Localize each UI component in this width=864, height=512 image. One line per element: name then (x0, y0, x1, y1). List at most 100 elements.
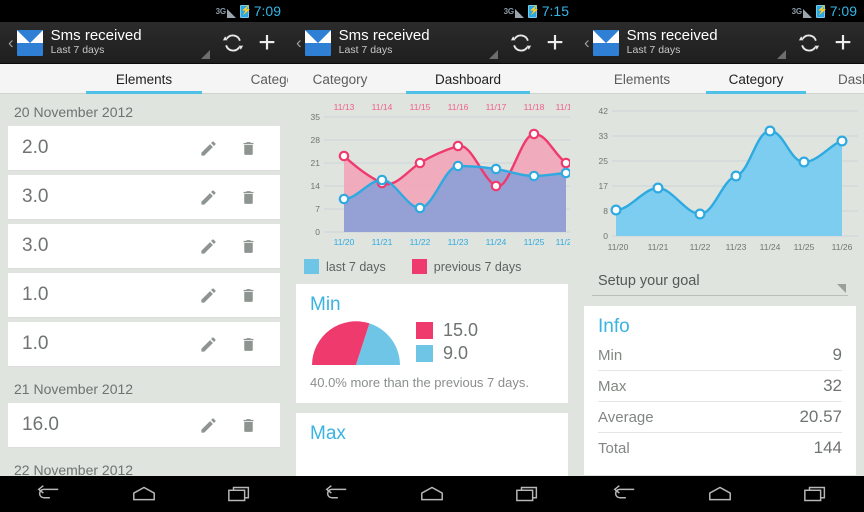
info-value: 32 (823, 376, 842, 395)
signal-triangle-icon (514, 8, 524, 18)
refresh-icon[interactable] (504, 22, 538, 64)
recents-icon[interactable] (213, 476, 267, 512)
plus-icon[interactable]: + (250, 22, 284, 64)
action-bar-titles[interactable]: Sms received Last 7 days (51, 28, 201, 57)
goal-dropdown[interactable]: Setup your goal (592, 266, 848, 296)
back-chevron-icon[interactable]: ‹ (580, 34, 593, 51)
tab-label: Category (312, 71, 368, 87)
pencil-icon[interactable] (188, 237, 228, 256)
info-value: 9 (832, 345, 842, 364)
tab-category[interactable]: Category (218, 64, 288, 94)
info-row-max: Max 32 (598, 371, 842, 402)
back-chevron-icon[interactable]: ‹ (4, 34, 17, 51)
tab-dashboard[interactable]: Dashboard (400, 64, 536, 94)
app-subtitle: Last 7 days (338, 44, 393, 56)
plus-icon[interactable]: + (826, 22, 860, 64)
table-row[interactable]: 3.0 (8, 175, 280, 220)
home-icon[interactable] (693, 476, 747, 512)
table-row[interactable]: 3.0 (8, 224, 280, 269)
goal-label: Setup your goal (598, 273, 700, 289)
home-icon[interactable] (405, 476, 459, 512)
back-arrow-icon[interactable] (21, 476, 75, 512)
legend-swatch (411, 259, 427, 274)
series-area (616, 131, 842, 236)
svg-text:11/22: 11/22 (690, 242, 711, 252)
pencil-icon[interactable] (188, 286, 228, 305)
home-icon[interactable] (117, 476, 171, 512)
spinner-caret-icon[interactable] (201, 50, 210, 59)
card-max[interactable]: Max (296, 413, 568, 477)
back-arrow-icon[interactable] (309, 476, 363, 512)
tab-category[interactable]: Category (288, 64, 400, 94)
signal-triangle-icon (802, 8, 812, 18)
tab-label: Category (250, 71, 288, 87)
recents-icon[interactable] (501, 476, 555, 512)
panel-elements: 3G 7:09 ‹ Sms received Last 7 days + Ele… (0, 0, 288, 512)
info-value: 20.57 (799, 407, 842, 426)
status-bar: 3G 7:15 (288, 0, 576, 22)
tab-elements[interactable]: Elements (80, 64, 208, 94)
value-swatch (416, 322, 433, 339)
svg-text:17: 17 (599, 181, 609, 191)
svg-text:11/23: 11/23 (448, 237, 469, 247)
svg-text:11/19: 11/19 (556, 102, 570, 112)
svg-text:11/26: 11/26 (556, 237, 570, 247)
pencil-icon[interactable] (188, 335, 228, 354)
min-value-previous: 15.0 (416, 320, 478, 341)
action-bar-titles[interactable]: Sms received Last 7 days (339, 28, 489, 57)
svg-text:11/14: 11/14 (372, 102, 393, 112)
date-header: 20 November 2012 (14, 104, 134, 120)
action-bar: ‹ Sms received Last 7 days + (288, 22, 576, 64)
spinner-caret-icon[interactable] (489, 50, 498, 59)
info-row-min: Min 9 (598, 340, 842, 371)
nav-group (288, 476, 576, 512)
tab-label: Dashboard (434, 71, 502, 87)
trash-icon[interactable] (228, 188, 268, 207)
value-label: 1.0 (22, 284, 49, 305)
value-swatch (416, 345, 433, 362)
tab-elements[interactable]: Elements (588, 64, 696, 94)
signal-triangle-icon (226, 8, 236, 18)
pencil-icon[interactable] (188, 416, 228, 435)
recents-icon[interactable] (789, 476, 843, 512)
value-label: 2.0 (22, 137, 49, 158)
spinner-caret-icon[interactable] (777, 50, 786, 59)
back-chevron-icon[interactable]: ‹ (292, 34, 305, 51)
battery-charging-icon (527, 4, 540, 18)
back-arrow-icon[interactable] (597, 476, 651, 512)
trash-icon[interactable] (228, 416, 268, 435)
trash-icon[interactable] (228, 237, 268, 256)
info-key: Max (598, 378, 627, 395)
tab-category[interactable]: Category (700, 64, 812, 94)
table-row[interactable]: 2.0 (8, 126, 280, 171)
svg-text:11/13: 11/13 (334, 102, 355, 112)
trash-icon[interactable] (228, 335, 268, 354)
category-trend-chart[interactable]: 42 33 25 17 8 0 11/20 11/21 11/22 11/23 … (584, 94, 858, 258)
action-bar: ‹ Sms received Last 7 days + (0, 22, 288, 64)
svg-text:11/17: 11/17 (486, 102, 507, 112)
card-title: Min (310, 294, 341, 315)
info-key: Total (598, 440, 630, 457)
table-row[interactable]: 1.0 (8, 273, 280, 318)
dashboard-comparison-chart[interactable]: 11/13 11/14 11/15 11/16 11/17 11/18 11/19 35… (296, 94, 576, 253)
elements-list: 20 November 2012 2.0 3.0 3.0 1.0 1.0 21 … (0, 94, 288, 512)
pencil-icon[interactable] (188, 188, 228, 207)
value-label: 15.0 (443, 320, 479, 340)
refresh-icon[interactable] (216, 22, 250, 64)
table-row[interactable]: 1.0 (8, 322, 280, 367)
card-min[interactable]: Min 15.0 9.0 40.0% more than the previou… (296, 284, 568, 403)
pencil-icon[interactable] (188, 139, 228, 158)
nav-group (0, 476, 288, 512)
plus-icon[interactable]: + (538, 22, 572, 64)
tab-dashboard[interactable]: Dashboard (816, 64, 864, 94)
trash-icon[interactable] (228, 139, 268, 158)
status-bar: 3G 7:09 (0, 0, 288, 22)
svg-text:42: 42 (599, 106, 609, 116)
refresh-icon[interactable] (792, 22, 826, 64)
svg-text:0: 0 (315, 227, 320, 237)
svg-text:11/21: 11/21 (372, 237, 393, 247)
action-bar-titles[interactable]: Sms received Last 7 days (627, 28, 777, 57)
chart-legend: last 7 days previous 7 days (296, 253, 568, 274)
table-row[interactable]: 16.0 (8, 403, 280, 448)
trash-icon[interactable] (228, 286, 268, 305)
